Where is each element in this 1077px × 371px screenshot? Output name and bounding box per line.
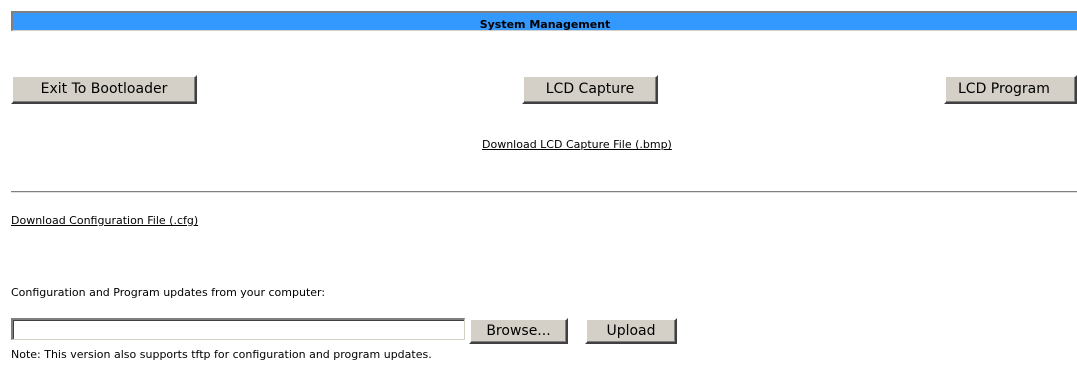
exit-to-bootloader-button[interactable]: Exit To Bootloader [11,75,197,104]
browse-button[interactable]: Browse... [469,318,568,344]
page-title: System Management [479,18,611,31]
updates-label: Configuration and Program updates from y… [11,286,326,299]
section-divider [11,191,1077,193]
upload-button[interactable]: Upload [585,318,677,344]
tftp-note: Note: This version also supports tftp fo… [11,348,432,361]
lcd-capture-button[interactable]: LCD Capture [522,75,658,104]
section-header-bar: System Management [11,11,1077,31]
download-lcd-capture-link[interactable]: Download LCD Capture File (.bmp) [482,138,672,151]
lcd-program-button[interactable]: LCD Program [944,75,1077,104]
file-path-input[interactable] [11,318,465,340]
download-configuration-link[interactable]: Download Configuration File (.cfg) [11,214,198,227]
